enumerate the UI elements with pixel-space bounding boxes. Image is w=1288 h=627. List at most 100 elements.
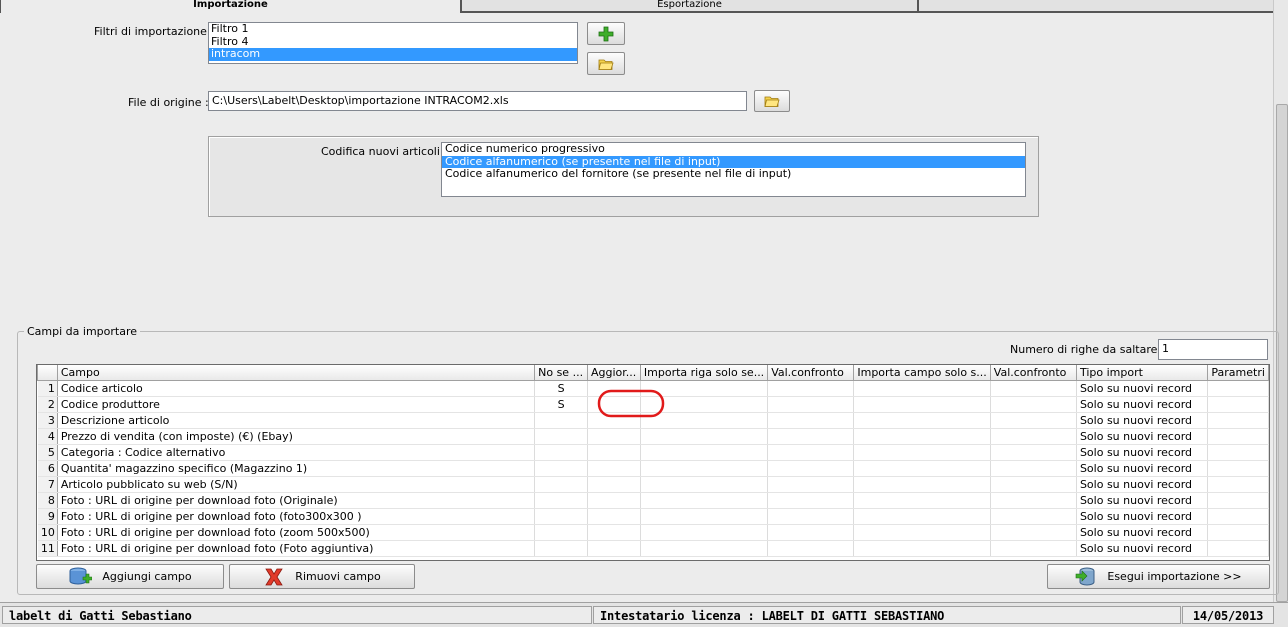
cell-tipo-import[interactable]: Solo su nuovi record [1076, 508, 1209, 525]
cell-val-confronto-2[interactable] [990, 508, 1077, 525]
table-row[interactable]: 5 Categoria : Codice alternativo Solo su n… [37, 444, 1269, 461]
cell-campo[interactable]: Foto : URL di origine per download foto … [57, 524, 536, 541]
cell-val-confronto-2[interactable] [990, 396, 1077, 413]
cell-campo[interactable]: Prezzo di vendita (con imposte) (€) (Eba… [57, 428, 536, 445]
cell-importa-riga[interactable] [640, 508, 769, 525]
cell-tipo-import[interactable]: Solo su nuovi record [1076, 428, 1209, 445]
cell-campo[interactable]: Codice produttore [57, 396, 536, 413]
row-number[interactable]: 9 [37, 508, 58, 525]
coding-option[interactable]: Codice numerico progressivo [442, 142, 1025, 156]
cell-no-se[interactable] [534, 476, 588, 493]
cell-parametri[interactable] [1207, 492, 1269, 509]
cell-val-confronto[interactable] [767, 396, 855, 413]
cell-tipo-import[interactable]: Solo su nuovi record [1076, 524, 1209, 541]
cell-no-se[interactable] [534, 492, 588, 509]
cell-val-confronto-2[interactable] [990, 492, 1077, 509]
cell-importa-campo[interactable] [853, 396, 991, 413]
cell-no-se[interactable] [534, 540, 588, 557]
open-filter-button[interactable] [587, 52, 625, 75]
cell-importa-riga[interactable] [640, 540, 769, 557]
cell-tipo-import[interactable]: Solo su nuovi record [1076, 396, 1209, 413]
cell-no-se[interactable] [534, 412, 588, 429]
cell-val-confronto[interactable] [767, 540, 855, 557]
table-row[interactable]: 8 Foto : URL di origine per download foto… [37, 492, 1269, 509]
cell-campo[interactable]: Foto : URL di origine per download foto … [57, 508, 536, 525]
add-field-button[interactable]: Aggiungi campo [36, 564, 224, 589]
column-header[interactable]: Tipo import [1075, 365, 1209, 381]
cell-aggiorna[interactable] [587, 476, 641, 493]
column-header[interactable]: Aggior... [587, 365, 641, 381]
row-number[interactable]: 3 [37, 412, 58, 429]
column-header[interactable]: Val.confronto [989, 365, 1077, 381]
column-header[interactable]: Campo [56, 365, 536, 381]
cell-parametri[interactable] [1207, 460, 1269, 477]
cell-no-se[interactable] [534, 508, 588, 525]
column-header[interactable]: Val.confronto [767, 365, 855, 381]
cell-no-se[interactable]: S [534, 380, 588, 397]
cell-campo[interactable]: Categoria : Codice alternativo [57, 444, 536, 461]
cell-tipo-import[interactable]: Solo su nuovi record [1076, 476, 1209, 493]
cell-campo[interactable]: Foto : URL di origine per download foto … [57, 492, 536, 509]
cell-importa-riga[interactable] [640, 524, 769, 541]
cell-tipo-import[interactable]: Solo su nuovi record [1076, 412, 1209, 429]
browse-file-button[interactable] [754, 90, 790, 112]
skip-rows-input[interactable]: 1 [1158, 339, 1268, 360]
filter-item[interactable]: Filtro 1 [209, 22, 577, 36]
cell-tipo-import[interactable]: Solo su nuovi record [1076, 460, 1209, 477]
column-header[interactable]: No se ... [534, 365, 588, 381]
cell-aggiorna[interactable] [587, 540, 641, 557]
cell-importa-campo[interactable] [853, 508, 991, 525]
table-row[interactable]: 4 Prezzo di vendita (con imposte) (€) (Eb… [37, 428, 1269, 445]
table-row[interactable]: 9 Foto : URL di origine per download foto… [37, 508, 1269, 525]
cell-parametri[interactable] [1207, 444, 1269, 461]
table-row[interactable]: 6 Quantita' magazzino specifico (Magazzin… [37, 460, 1269, 477]
cell-aggiorna[interactable] [587, 428, 641, 445]
cell-no-se[interactable] [534, 460, 588, 477]
cell-val-confronto-2[interactable] [990, 524, 1077, 541]
row-number[interactable]: 7 [37, 476, 58, 493]
cell-val-confronto-2[interactable] [990, 460, 1077, 477]
cell-importa-campo[interactable] [853, 412, 991, 429]
cell-parametri[interactable] [1207, 380, 1269, 397]
cell-parametri[interactable] [1207, 508, 1269, 525]
run-import-button[interactable]: Esegui importazione >> [1047, 564, 1270, 589]
tab-esportazione[interactable]: Esportazione [461, 0, 918, 12]
column-header[interactable]: Importa campo solo s... [853, 365, 991, 381]
cell-val-confronto[interactable] [767, 460, 855, 477]
row-number[interactable]: 6 [37, 460, 58, 477]
cell-tipo-import[interactable]: Solo su nuovi record [1076, 380, 1209, 397]
cell-val-confronto-2[interactable] [990, 444, 1077, 461]
cell-importa-campo[interactable] [853, 460, 991, 477]
cell-val-confronto[interactable] [767, 508, 855, 525]
cell-importa-campo[interactable] [853, 492, 991, 509]
cell-campo[interactable]: Articolo pubblicato su web (S/N) [57, 476, 536, 493]
cell-tipo-import[interactable]: Solo su nuovi record [1076, 540, 1209, 557]
cell-parametri[interactable] [1207, 412, 1269, 429]
row-number[interactable]: 10 [37, 524, 58, 541]
cell-parametri[interactable] [1207, 540, 1269, 557]
cell-val-confronto[interactable] [767, 428, 855, 445]
cell-val-confronto[interactable] [767, 380, 855, 397]
cell-tipo-import[interactable]: Solo su nuovi record [1076, 492, 1209, 509]
cell-no-se[interactable]: S [534, 396, 588, 413]
coding-listbox[interactable]: Codice numerico progressivo Codice alfan… [441, 142, 1026, 197]
row-number[interactable]: 4 [37, 428, 58, 445]
cell-importa-campo[interactable] [853, 540, 991, 557]
cell-importa-riga[interactable] [640, 444, 769, 461]
cell-val-confronto-2[interactable] [990, 412, 1077, 429]
add-filter-button[interactable] [587, 22, 625, 45]
cell-campo[interactable]: Codice articolo [57, 380, 536, 397]
column-header[interactable]: Importa riga solo se... [639, 365, 769, 381]
cell-campo[interactable]: Foto : URL di origine per download foto … [57, 540, 536, 557]
cell-importa-riga[interactable] [640, 428, 769, 445]
cell-aggiorna[interactable] [587, 444, 641, 461]
cell-val-confronto[interactable] [767, 476, 855, 493]
cell-val-confronto[interactable] [767, 524, 855, 541]
column-header[interactable]: Parametri [1207, 365, 1269, 381]
cell-tipo-import[interactable]: Solo su nuovi record [1076, 444, 1209, 461]
filter-item[interactable]: Filtro 4 [209, 35, 577, 49]
cell-val-confronto[interactable] [767, 412, 855, 429]
cell-val-confronto-2[interactable] [990, 540, 1077, 557]
table-row[interactable]: 7 Articolo pubblicato su web (S/N) Solo su… [37, 476, 1269, 493]
cell-importa-riga[interactable] [640, 492, 769, 509]
